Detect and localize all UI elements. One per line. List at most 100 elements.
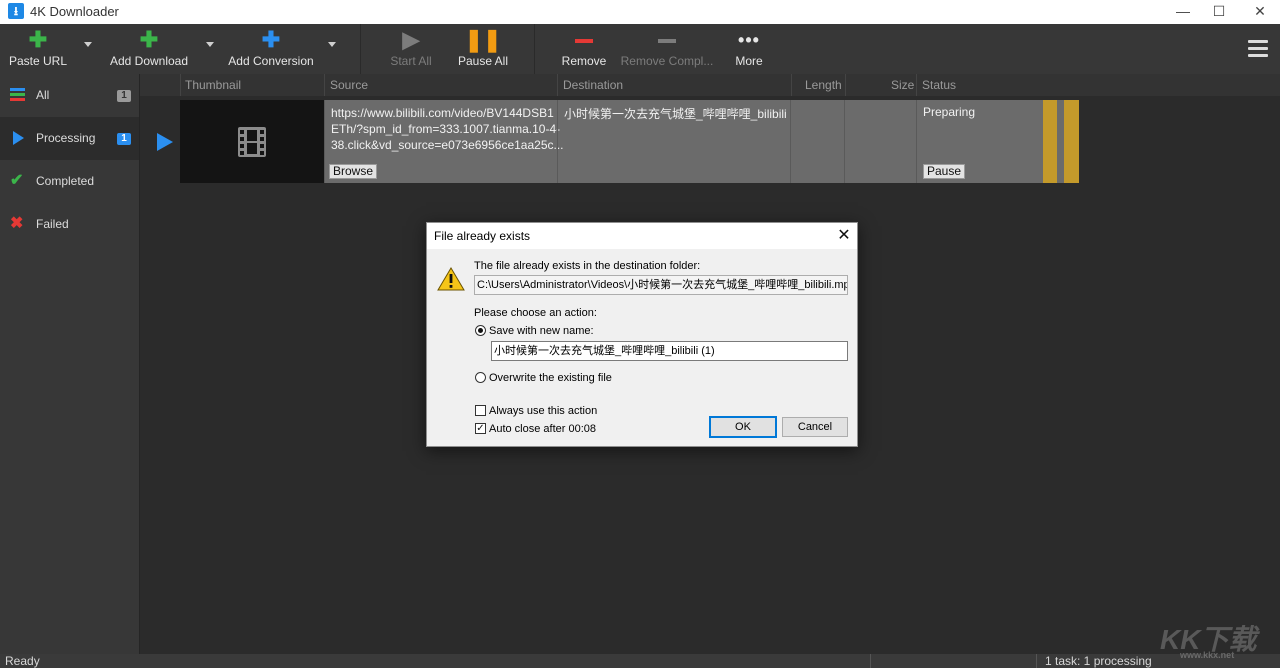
warning-icon: [437, 267, 465, 291]
column-divider: [180, 74, 181, 96]
hamburger-menu-icon[interactable]: [1248, 40, 1268, 58]
sidebar-item-failed[interactable]: ✖ Failed: [0, 203, 139, 246]
status-text: Preparing: [923, 105, 976, 119]
sidebar-item-processing[interactable]: Processing 1: [0, 117, 139, 160]
header-size[interactable]: Size: [891, 78, 914, 92]
column-divider: [557, 74, 558, 96]
check-icon: ✔: [10, 172, 24, 189]
sidebar-item-label: Processing: [36, 131, 96, 145]
browse-button[interactable]: Browse: [329, 164, 378, 179]
status-right-text: 1 task: 1 processing: [1045, 654, 1152, 668]
paste-url-button[interactable]: ✚ Paste URL: [4, 24, 72, 74]
toolbar-divider: [360, 24, 361, 74]
destination-text: 小时候第一次去充气城堡_哔哩哔哩_bilibili: [564, 107, 787, 121]
source-cell: https://www.bilibili.com/video/BV144DSB1…: [324, 100, 564, 183]
count-badge: 1: [117, 133, 131, 145]
header-length[interactable]: Length: [805, 78, 842, 92]
plus-icon: ✚: [139, 27, 159, 52]
add-conversion-button[interactable]: ✚ Add Conversion: [224, 24, 318, 74]
always-use-checkbox[interactable]: [475, 405, 486, 416]
list-icon: [10, 87, 26, 103]
dialog-message: The file already exists in the destinati…: [474, 260, 701, 272]
file-exists-dialog: File already exists ✕ The file already e…: [426, 222, 858, 447]
minimize-button[interactable]: —: [1165, 0, 1201, 24]
processing-indicator-icon: [157, 133, 173, 151]
save-new-name-label[interactable]: Save with new name:: [489, 325, 594, 337]
header-status[interactable]: Status: [922, 78, 956, 92]
column-divider: [916, 74, 917, 96]
header-source[interactable]: Source: [330, 78, 368, 92]
close-button[interactable]: ✕: [1242, 0, 1278, 24]
remove-label: Remove: [561, 54, 607, 68]
paste-url-dropdown-icon[interactable]: [84, 42, 92, 47]
pause-button[interactable]: Pause: [923, 164, 966, 179]
sidebar-item-completed[interactable]: ✔ Completed: [0, 160, 139, 203]
table-header: Thumbnail Source Destination Length Size…: [140, 74, 1280, 96]
progress-stripe: [1064, 100, 1079, 183]
status-divider: [870, 654, 871, 668]
table-row[interactable]: https://www.bilibili.com/video/BV144DSB1…: [180, 100, 1079, 183]
sidebar-item-all[interactable]: All 1: [0, 74, 139, 117]
thumbnail: [180, 100, 324, 183]
window-title: 4K Downloader: [30, 4, 119, 19]
remove-completed-label: Remove Compl...: [620, 54, 714, 68]
save-new-name-radio[interactable]: [475, 325, 486, 336]
toolbar-divider: [534, 24, 535, 74]
destination-cell: 小时候第一次去充气城堡_哔哩哔哩_bilibili: [557, 100, 791, 183]
title-bar: ⭳ 4K Downloader — ☐ ✕: [0, 0, 1280, 24]
column-divider: [324, 74, 325, 96]
always-use-label[interactable]: Always use this action: [489, 405, 597, 417]
play-icon: [10, 130, 26, 146]
watermark-logo: KK下载 www.kkx.net: [1160, 618, 1275, 660]
pause-all-label: Pause All: [457, 54, 509, 68]
add-download-button[interactable]: ✚ Add Download: [104, 24, 194, 74]
choose-action-label: Please choose an action:: [474, 307, 597, 319]
overwrite-label[interactable]: Overwrite the existing file: [489, 372, 612, 384]
dialog-close-icon[interactable]: ✕: [831, 226, 857, 246]
status-left-text: Ready: [5, 654, 40, 668]
status-divider: [1036, 654, 1037, 668]
pause-all-button[interactable]: ❚❚ Pause All: [452, 24, 514, 74]
remove-button[interactable]: Remove: [556, 24, 612, 74]
existing-path-field[interactable]: C:\Users\Administrator\Videos\小时候第一次去充气城…: [474, 275, 848, 295]
sidebar-item-label: Failed: [36, 217, 69, 231]
status-bar: Ready 1 task: 1 processing: [0, 654, 1280, 668]
header-thumbnail[interactable]: Thumbnail: [185, 78, 241, 92]
film-icon: [238, 127, 266, 157]
new-name-input[interactable]: 小时候第一次去充气城堡_哔哩哔哩_bilibili (1): [491, 341, 848, 361]
minus-icon: [556, 28, 612, 52]
plus-icon: ✚: [261, 27, 281, 52]
count-badge: 1: [117, 90, 131, 102]
paste-url-label: Paste URL: [8, 54, 68, 68]
remove-completed-button[interactable]: Remove Compl...: [620, 24, 714, 74]
source-url: https://www.bilibili.com/video/BV144DSB1…: [331, 106, 564, 152]
header-destination[interactable]: Destination: [563, 78, 623, 92]
pause-icon: ❚❚: [464, 27, 502, 52]
start-all-button[interactable]: ▶ Start All: [380, 24, 442, 74]
x-icon: ✖: [10, 215, 24, 232]
watermark-url: www.kkx.net: [1180, 650, 1235, 660]
add-conversion-label: Add Conversion: [228, 54, 314, 68]
start-all-label: Start All: [390, 54, 432, 68]
play-icon: ▶: [402, 27, 420, 52]
more-dots-icon: •••: [738, 30, 760, 50]
cancel-button[interactable]: Cancel: [782, 417, 848, 437]
dialog-title: File already exists: [434, 229, 531, 243]
overwrite-radio[interactable]: [475, 372, 486, 383]
size-cell: [844, 100, 917, 183]
add-conversion-dropdown-icon[interactable]: [328, 42, 336, 47]
minus-icon: [620, 28, 714, 52]
more-label: More: [735, 54, 763, 68]
column-divider: [845, 74, 846, 96]
app-download-icon: ⭳: [8, 3, 24, 19]
progress-stripe: [1043, 100, 1057, 183]
auto-close-checkbox[interactable]: ✓: [475, 423, 486, 434]
ok-button[interactable]: OK: [709, 416, 777, 438]
auto-close-label[interactable]: Auto close after 00:08: [489, 423, 596, 435]
dialog-title-bar: File already exists ✕: [427, 223, 857, 249]
length-cell: [790, 100, 845, 183]
maximize-button[interactable]: ☐: [1201, 0, 1237, 24]
sidebar-item-label: Completed: [36, 174, 95, 188]
add-download-dropdown-icon[interactable]: [206, 42, 214, 47]
more-button[interactable]: ••• More: [724, 24, 774, 74]
